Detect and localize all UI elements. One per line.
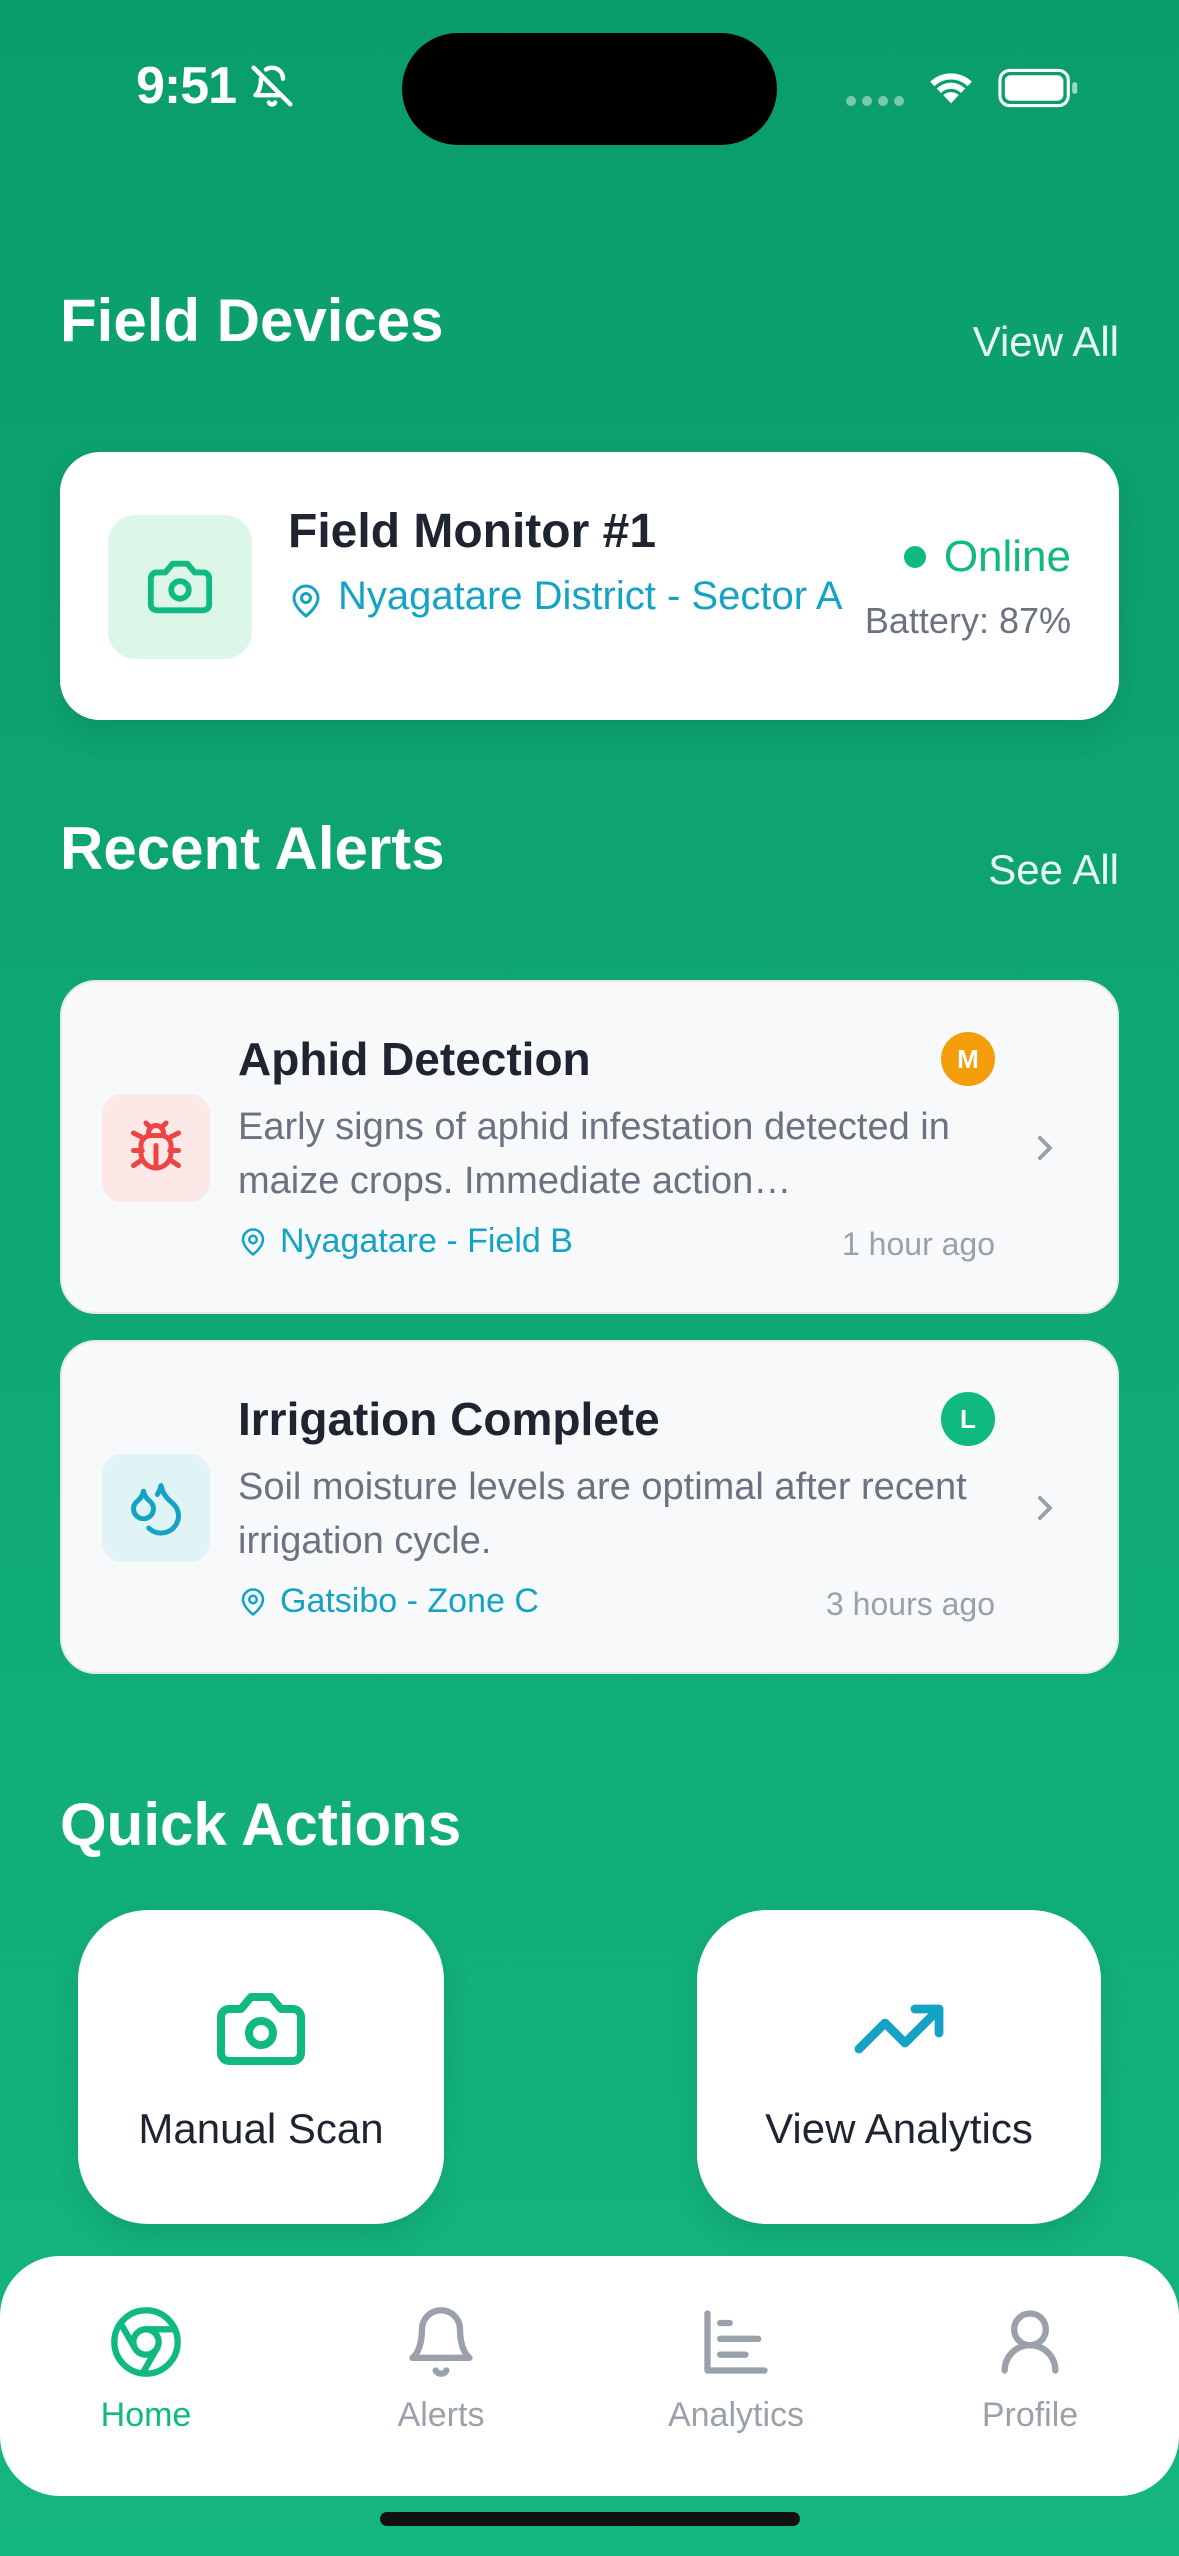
alert-time: 3 hours ago [825,1586,995,1622]
tab-profile[interactable]: Profile [930,2304,1130,2435]
device-location: Nyagatare District - Sector A [338,574,843,618]
manual-scan-button[interactable]: Manual Scan [78,1910,444,2224]
view-analytics-button[interactable]: View Analytics [697,1910,1101,2224]
map-pin-icon [292,584,320,618]
device-name: Field Monitor #1 [288,505,657,558]
quick-actions-heading: Quick Actions [60,1791,462,1858]
device-card[interactable]: Field Monitor #1 Nyagatare District - Se… [60,452,1119,720]
bar-chart-icon [704,2310,768,2374]
alert-location: Nyagatare - Field B [280,1222,573,1260]
device-battery: Battery: 87% [864,600,1071,641]
battery-icon [998,68,1078,108]
alert-description: Early signs of aphid infestation detecte… [238,1106,950,1202]
severity-badge: L [941,1392,995,1446]
alert-location-row: Gatsibo - Zone C [238,1582,539,1621]
bug-icon [131,1120,181,1171]
cellular-signal-icon [846,96,904,106]
status-bar: 9:51 [0,0,1179,150]
home-indicator [380,2512,800,2526]
device-status-text: Online [943,532,1071,581]
alert-card[interactable]: Aphid Detection M Early signs of aphid i… [60,980,1119,1314]
user-icon [1001,2310,1059,2374]
action-label: View Analytics [765,2105,1033,2152]
map-pin-icon [241,1227,265,1256]
dynamic-island [402,33,777,145]
camera-icon [217,1993,305,2065]
tab-label: Home [100,2396,192,2434]
map-pin-icon [241,1587,265,1616]
alert-location: Gatsibo - Zone C [280,1582,539,1620]
view-all-devices-link[interactable]: View All [973,318,1119,366]
tab-label: Analytics [667,2396,805,2434]
alert-icon-box [102,1454,210,1562]
chevron-right-icon [1038,1136,1052,1160]
alert-time: 1 hour ago [841,1226,995,1262]
tab-alerts[interactable]: Alerts [341,2304,541,2435]
tab-label: Alerts [397,2396,485,2434]
chevron-right-icon [1038,1496,1052,1520]
tab-home[interactable]: Home [46,2304,246,2435]
tab-label: Profile [981,2396,1079,2434]
severity-badge: M [941,1032,995,1086]
droplets-icon [131,1483,182,1536]
device-status: Online [903,532,1071,582]
device-icon-box [108,515,252,659]
trending-up-icon [854,2004,944,2054]
alert-card[interactable]: Irrigation Complete L Soil moisture leve… [60,1340,1119,1674]
online-status-dot [903,546,926,568]
recent-alerts-heading: Recent Alerts [60,815,445,882]
alert-title: Aphid Detection [238,1033,591,1085]
alert-location-row: Nyagatare - Field B [238,1222,573,1261]
see-all-alerts-link[interactable]: See All [988,846,1119,894]
camera-icon [147,560,213,614]
alert-description: Soil moisture levels are optimal after r… [238,1466,967,1562]
wifi-icon [930,73,972,104]
bell-off-icon [251,65,293,107]
alert-icon-box [102,1094,210,1202]
action-label: Manual Scan [138,2105,384,2152]
alert-title: Irrigation Complete [238,1393,660,1445]
field-devices-heading: Field Devices [60,287,444,354]
bell-icon [409,2307,473,2377]
device-location-row: Nyagatare District - Sector A [288,570,848,622]
home-chrome-icon [111,2307,181,2377]
tab-bar: Home Alerts Analytics Profile [0,2256,1179,2496]
tab-analytics[interactable]: Analytics [636,2304,836,2435]
status-time: 9:51 [136,57,237,115]
